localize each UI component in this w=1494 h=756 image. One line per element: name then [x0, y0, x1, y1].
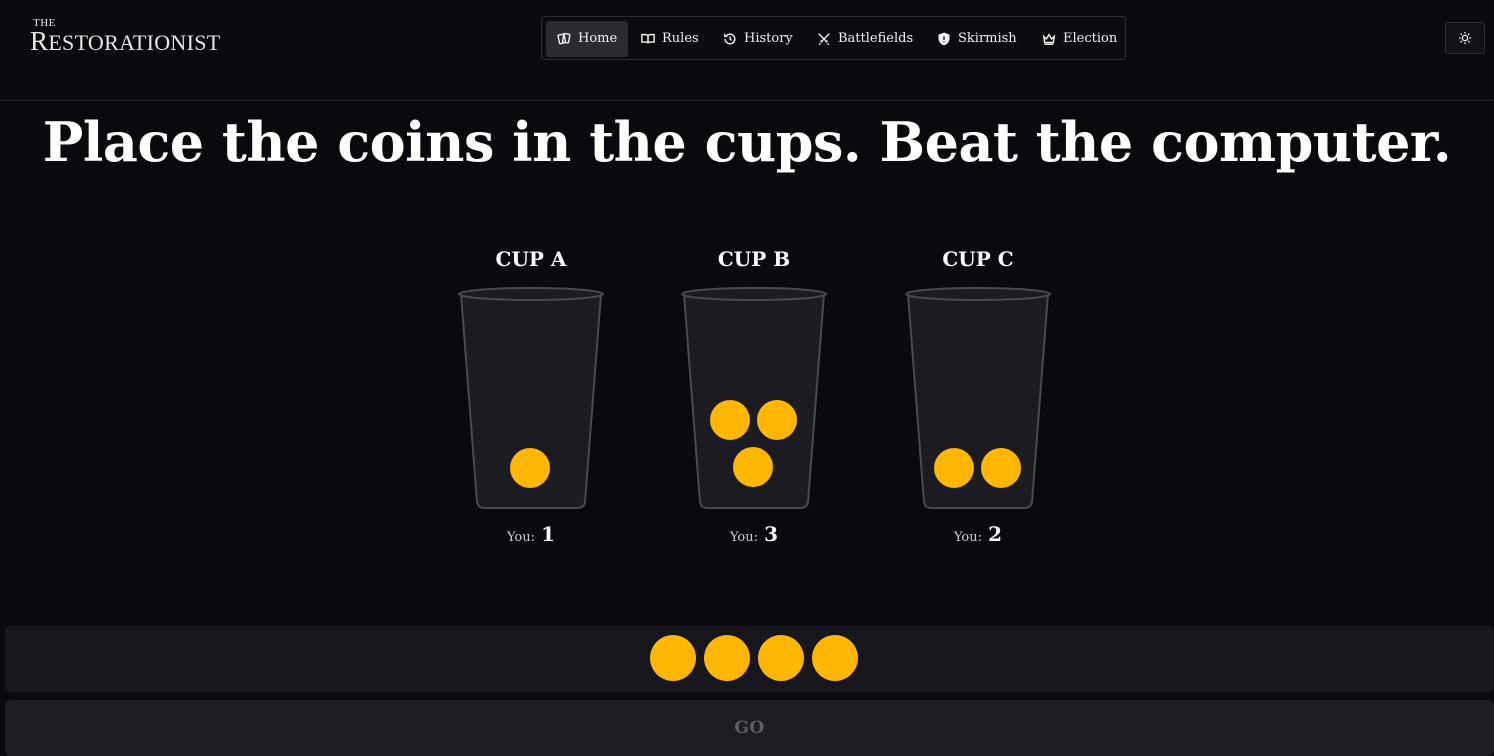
you-count: 1	[541, 522, 556, 546]
cup-a[interactable]: CUP A You: 1	[451, 244, 611, 546]
nav-label: Rules	[662, 31, 699, 46]
shield-icon	[938, 32, 950, 46]
nav-label: Election	[1063, 31, 1118, 46]
tray-coin[interactable]	[650, 635, 696, 681]
coin[interactable]	[733, 447, 773, 487]
you-count: 2	[988, 522, 1003, 546]
you-count-line: You: 1	[506, 522, 556, 546]
go-button[interactable]: GO	[5, 700, 1494, 756]
nav-label: Home	[578, 31, 618, 46]
cup-label: CUP B	[717, 247, 791, 271]
cup-b[interactable]: CUP B You: 3	[674, 244, 834, 546]
crown-icon	[1042, 33, 1056, 45]
nav-label: Skirmish	[958, 31, 1017, 46]
history-icon	[724, 33, 736, 45]
brand-name: RESTORATIONIST	[30, 26, 221, 56]
coin[interactable]	[981, 448, 1021, 488]
cup-label: CUP C	[942, 247, 1014, 271]
coin[interactable]	[510, 448, 550, 488]
cup-graphic[interactable]	[457, 284, 605, 510]
nav-item-history[interactable]: History	[712, 21, 804, 57]
you-count-line: You: 3	[729, 522, 779, 546]
nav-label: Battlefields	[838, 31, 914, 46]
brand-logo[interactable]: THE RESTORATIONIST	[30, 18, 220, 55]
nav-item-election[interactable]: Election	[1031, 21, 1128, 57]
cup-graphic[interactable]	[680, 284, 828, 510]
page-headline: Place the coins in the cups. Beat the co…	[42, 110, 1452, 174]
you-count-line: You: 2	[953, 522, 1003, 546]
coin-tray	[5, 625, 1494, 692]
tray-coin[interactable]	[812, 635, 858, 681]
coin[interactable]	[710, 400, 750, 440]
cup-label: CUP A	[495, 247, 567, 271]
crossed-swords-icon	[818, 33, 830, 46]
cup-c[interactable]: CUP C You: 2	[898, 244, 1058, 546]
you-count: 3	[764, 522, 779, 546]
nav-item-home[interactable]: Home	[546, 21, 629, 57]
book-icon	[641, 33, 655, 44]
cup-graphic[interactable]	[904, 284, 1052, 510]
tray-coin[interactable]	[758, 635, 804, 681]
coin[interactable]	[757, 400, 797, 440]
main-nav: Home Rules History Battlefields Skirmish…	[541, 16, 1126, 60]
tray-coin[interactable]	[704, 635, 750, 681]
nav-item-skirmish[interactable]: Skirmish	[926, 21, 1028, 57]
nav-item-rules[interactable]: Rules	[630, 21, 710, 57]
nav-item-battlefields[interactable]: Battlefields	[806, 21, 924, 57]
theme-toggle-button[interactable]	[1445, 22, 1485, 54]
sun-icon	[1458, 31, 1472, 45]
nav-label: History	[744, 31, 793, 46]
coin[interactable]	[934, 448, 974, 488]
cards-icon	[557, 32, 571, 45]
top-bar: THE RESTORATIONIST Home Rules History Ba…	[0, 0, 1494, 101]
